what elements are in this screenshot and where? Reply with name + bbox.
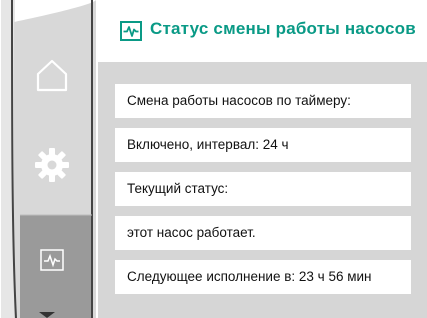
gear-icon (35, 148, 69, 182)
sidebar (0, 0, 98, 318)
pulse-monitor-icon (40, 249, 64, 271)
home-icon (36, 59, 68, 92)
list-item: Следующее исполнение в: 23 ч 56 мин (115, 260, 411, 294)
sidebar-item-status[interactable] (8, 235, 96, 285)
sidebar-item-home[interactable] (8, 45, 96, 105)
list-item: Включено, интервал: 24 ч (115, 128, 411, 162)
list-item: Смена работы насосов по таймеру: (115, 84, 411, 118)
pulse-monitor-icon (120, 21, 142, 41)
header: Статус смены работы насосов (98, 0, 427, 62)
status-list: Смена работы насосов по таймеру: Включен… (98, 62, 427, 318)
list-item: этот насос работает. (115, 216, 411, 250)
list-item: Текущий статус: (115, 172, 411, 206)
sidebar-item-settings[interactable] (8, 135, 96, 195)
page-title: Статус смены работы насосов (150, 19, 416, 38)
